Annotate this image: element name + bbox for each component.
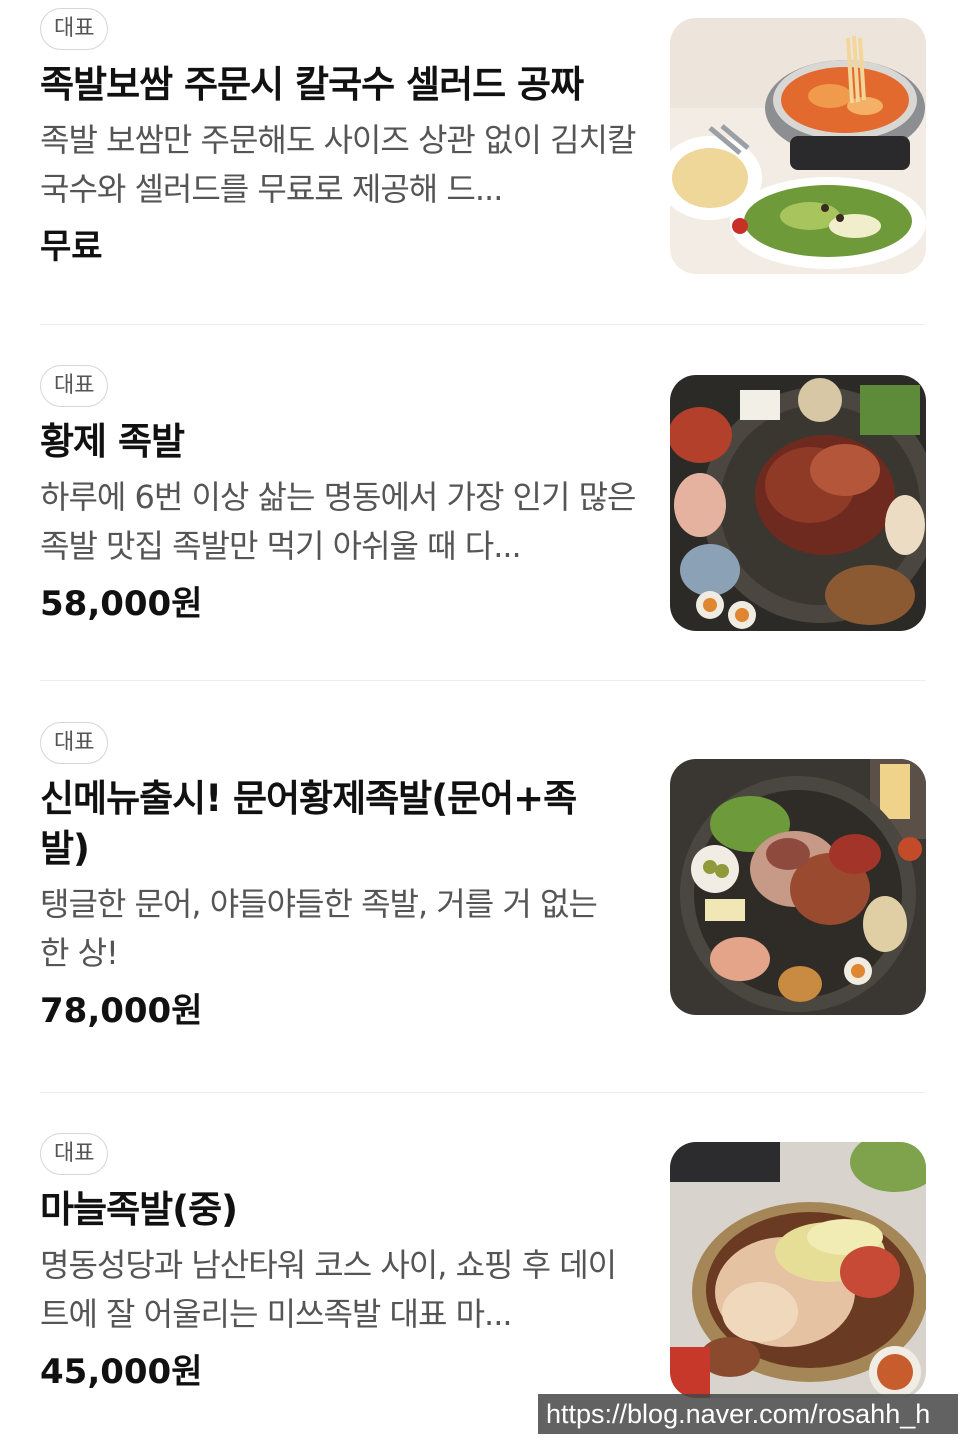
menu-item-text: 대표 족발보쌈 주문시 칼국수 셀러드 공짜 족발 보쌈만 주문해도 사이즈 상… (40, 8, 640, 270)
menu-item[interactable]: 대표 마늘족발(중) 명동성당과 남산타워 코스 사이, 쇼핑 후 데이트에 잘… (40, 1133, 926, 1433)
menu-item-title: 황제 족발 (40, 420, 185, 463)
signature-badge: 대표 (40, 722, 109, 764)
menu-item-description: 명동성당과 남산타워 코스 사이, 쇼핑 후 데이트에 잘 어울리는 미쓰족발 … (40, 1246, 617, 1333)
menu-item-text: 대표 신메뉴출시! 문어황제족발(문어+족발) 탱글한 문어, 야들야들한 족발… (40, 722, 640, 1034)
menu-item-image[interactable] (670, 18, 926, 274)
menu-item-image[interactable] (670, 759, 926, 1015)
menu-item-price: 무료 (40, 227, 103, 267)
menu-item-title: 족발보쌈 주문시 칼국수 셀러드 공짜 (40, 63, 584, 106)
menu-item[interactable]: 대표 신메뉴출시! 문어황제족발(문어+족발) 탱글한 문어, 야들야들한 족발… (40, 722, 926, 1052)
menu-item-price: 45,000원 (40, 1352, 203, 1392)
menu-list: 대표 족발보쌈 주문시 칼국수 셀러드 공짜 족발 보쌈만 주문해도 사이즈 상… (0, 0, 966, 1441)
divider (40, 1092, 926, 1093)
menu-item-price: 58,000원 (40, 584, 203, 624)
octopus-jokbal-platter-photo (670, 759, 926, 1015)
divider (40, 324, 926, 325)
menu-item-text: 대표 황제 족발 하루에 6번 이상 삶는 명동에서 가장 인기 많은 족발 맛… (40, 365, 640, 627)
menu-item-text: 대표 마늘족발(중) 명동성당과 남산타워 코스 사이, 쇼핑 후 데이트에 잘… (40, 1133, 640, 1395)
menu-item[interactable]: 대표 족발보쌈 주문시 칼국수 셀러드 공짜 족발 보쌈만 주문해도 사이즈 상… (40, 8, 926, 278)
menu-item-image[interactable] (670, 1142, 926, 1398)
signature-badge: 대표 (40, 365, 109, 407)
menu-item-description: 족발 보쌈만 주문해도 사이즈 상관 없이 김치칼국수와 셀러드를 무료로 제공… (40, 121, 636, 208)
menu-item[interactable]: 대표 황제 족발 하루에 6번 이상 삶는 명동에서 가장 인기 많은 족발 맛… (40, 365, 926, 635)
menu-item-price: 78,000원 (40, 991, 203, 1031)
emperor-jokbal-platter-photo (670, 375, 926, 631)
signature-badge: 대표 (40, 8, 109, 50)
signature-badge: 대표 (40, 1133, 109, 1175)
blog-watermark: https://blog.naver.com/rosahh_h (538, 1394, 958, 1434)
menu-item-image[interactable] (670, 375, 926, 631)
menu-item-description: 탱글한 문어, 야들야들한 족발, 거를 거 없는 한 상! (40, 885, 598, 972)
menu-item-title: 마늘족발(중) (40, 1188, 238, 1231)
menu-item-title: 신메뉴출시! 문어황제족발(문어+족발) (40, 777, 577, 870)
garlic-jokbal-photo (670, 1142, 926, 1398)
noodle-soup-salad-photo (670, 18, 926, 274)
menu-item-description: 하루에 6번 이상 삶는 명동에서 가장 인기 많은 족발 맛집 족발만 먹기 … (40, 478, 636, 565)
divider (40, 680, 926, 681)
